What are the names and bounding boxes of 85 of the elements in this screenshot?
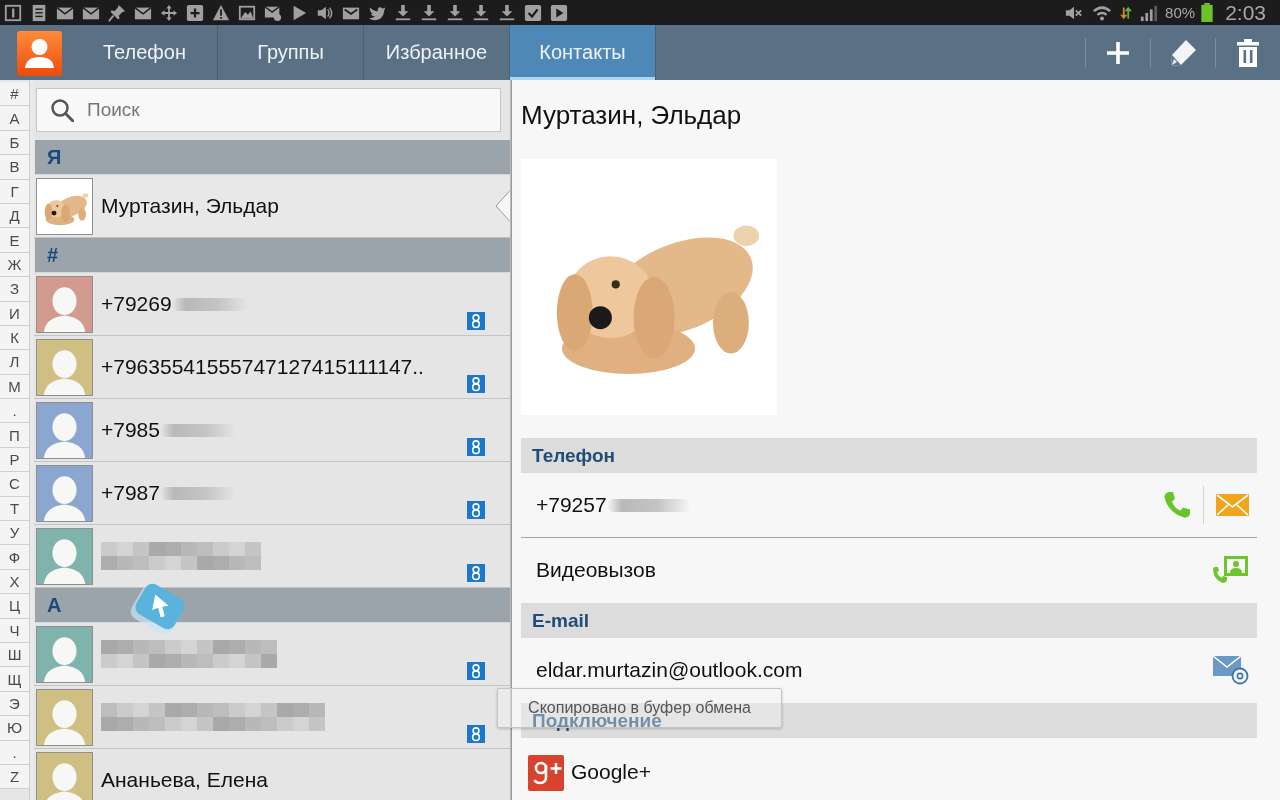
contact-list-item[interactable]: +7987 — [34, 462, 510, 525]
index-letter[interactable]: Ш — [0, 643, 29, 668]
clock-time: 2:03 — [1225, 0, 1266, 25]
contact-name: Муртазин, Эльдар — [101, 194, 279, 218]
contact-list-item[interactable]: Муртазин, Эльдар — [34, 175, 510, 238]
download-icon — [394, 3, 412, 22]
download-icon — [420, 3, 438, 22]
index-letter[interactable]: К — [0, 325, 29, 351]
contact-name: +7985 — [101, 418, 160, 442]
video-call-label: Видеовызов — [536, 558, 656, 582]
document-icon — [30, 3, 48, 22]
index-letter[interactable]: Щ — [0, 667, 29, 692]
section-header: А — [35, 588, 510, 623]
section-header: E-mail — [521, 603, 1257, 638]
signal-icon — [1139, 3, 1160, 22]
phone-number: +79257 — [536, 493, 607, 517]
search-icon — [50, 98, 74, 122]
email-icon[interactable] — [1212, 655, 1249, 685]
email-address: eldar.murtazin@outlook.com — [536, 658, 803, 682]
download-icon — [472, 3, 490, 22]
contact-list-item[interactable]: +7985 — [34, 399, 510, 462]
index-letter[interactable]: З — [0, 277, 29, 302]
download-icon — [446, 3, 464, 22]
index-letter[interactable]: У — [0, 521, 29, 546]
index-letter[interactable]: Б — [0, 130, 29, 156]
person-app-icon[interactable] — [17, 31, 62, 76]
index-letter[interactable]: Т — [0, 496, 29, 522]
contact-list-item[interactable]: +79635541555747127415111147.. — [34, 336, 510, 399]
index-letter[interactable]: П — [0, 423, 29, 448]
index-letter[interactable]: Z — [0, 764, 29, 790]
move-arrows-icon — [160, 3, 178, 22]
index-letter[interactable]: Е — [0, 228, 29, 253]
index-letter[interactable]: Р — [0, 447, 29, 473]
trash-icon — [1236, 38, 1260, 67]
index-letter[interactable]: Х — [0, 569, 29, 595]
index-letter[interactable]: Ч — [0, 618, 29, 643]
contact-list-item[interactable] — [34, 686, 510, 749]
envelope-icon — [264, 3, 282, 22]
google-plus-icon — [528, 755, 564, 791]
section-header: Я — [35, 140, 510, 175]
play-icon — [550, 3, 568, 22]
battery-icon — [1201, 3, 1214, 22]
download-icon — [498, 3, 516, 22]
index-letter[interactable]: Ц — [0, 594, 29, 619]
section-header: # — [35, 238, 510, 273]
plus-icon — [1106, 40, 1130, 65]
contact-title: Муртазин, Эльдар — [521, 99, 742, 130]
contact-name: +79269 — [101, 292, 172, 316]
numbered-box-icon — [4, 3, 22, 22]
dog-photo — [36, 177, 93, 235]
index-letter[interactable]: Э — [0, 691, 29, 717]
index-letter[interactable]: . — [0, 740, 29, 765]
video-call-icon[interactable] — [1212, 555, 1249, 585]
contact-name: Ананьева, Елена — [101, 768, 268, 792]
service-name: Google+ — [571, 760, 651, 784]
contact-name: +79635541555747127415111147.. — [101, 355, 424, 379]
index-letter[interactable]: М — [0, 374, 29, 400]
contact-list-item[interactable] — [34, 623, 510, 686]
index-letter[interactable]: Д — [0, 203, 29, 229]
index-letter[interactable]: Л — [0, 350, 29, 375]
section-header: Телефон — [521, 438, 1257, 473]
pencil-icon — [1169, 38, 1197, 67]
index-letter[interactable]: Г — [0, 179, 29, 204]
index-letter[interactable]: Ф — [0, 545, 29, 570]
battery-percent: 80% — [1165, 4, 1196, 21]
index-letter[interactable]: Ж — [0, 252, 29, 278]
contact-list-item[interactable]: +79269 — [34, 273, 510, 336]
image-icon — [238, 3, 256, 22]
phone-icon[interactable] — [1163, 491, 1191, 519]
checkbox-icon — [524, 3, 542, 22]
index-letter[interactable]: # — [0, 82, 29, 107]
warning-icon — [212, 3, 230, 22]
index-letter[interactable]: И — [0, 301, 29, 326]
contact-name: +7987 — [101, 481, 160, 505]
index-letter[interactable]: Ю — [0, 716, 29, 741]
search-field[interactable]: Поиск — [36, 88, 501, 132]
message-envelope-icon[interactable] — [1216, 494, 1249, 516]
contact-list-item[interactable] — [34, 525, 510, 588]
pushpin-icon — [108, 3, 126, 22]
index-letter[interactable]: . — [0, 399, 29, 424]
plus-tile-icon — [186, 3, 204, 22]
index-letter[interactable]: С — [0, 472, 29, 497]
index-letter[interactable]: В — [0, 155, 29, 180]
wifi-icon — [1091, 3, 1114, 22]
index-letter[interactable]: А — [0, 106, 29, 131]
